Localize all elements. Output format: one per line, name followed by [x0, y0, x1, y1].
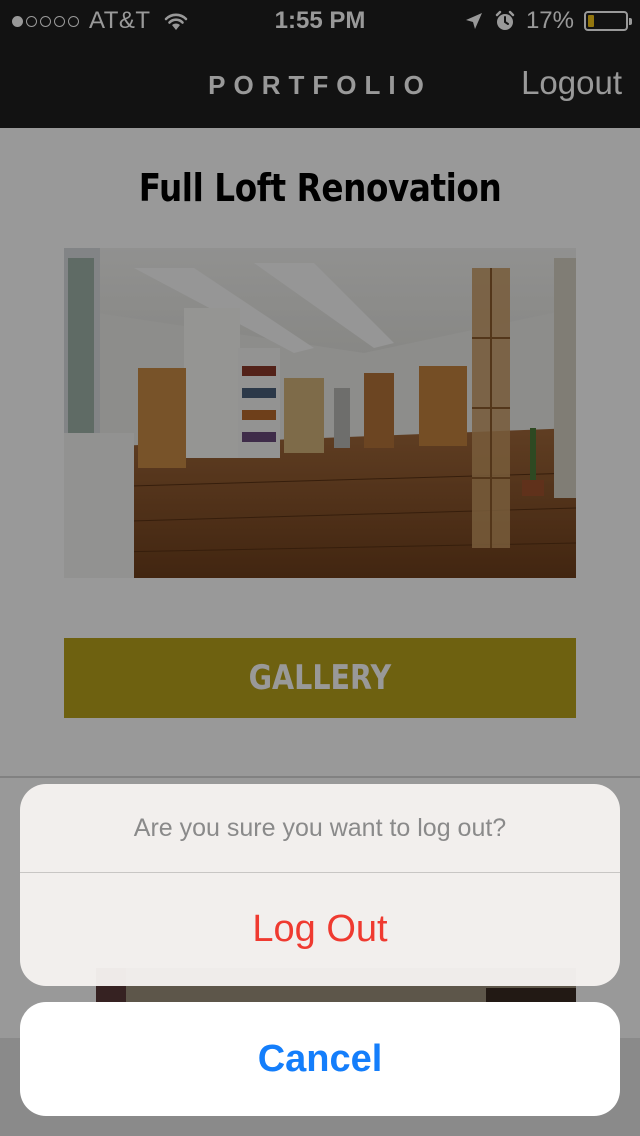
- action-sheet-message: Are you sure you want to log out?: [133, 813, 507, 842]
- logout-action-sheet: Are you sure you want to log out? Log Ou…: [20, 784, 620, 986]
- log-out-button[interactable]: Log Out: [20, 873, 620, 986]
- cancel-button[interactable]: Cancel: [20, 1002, 620, 1116]
